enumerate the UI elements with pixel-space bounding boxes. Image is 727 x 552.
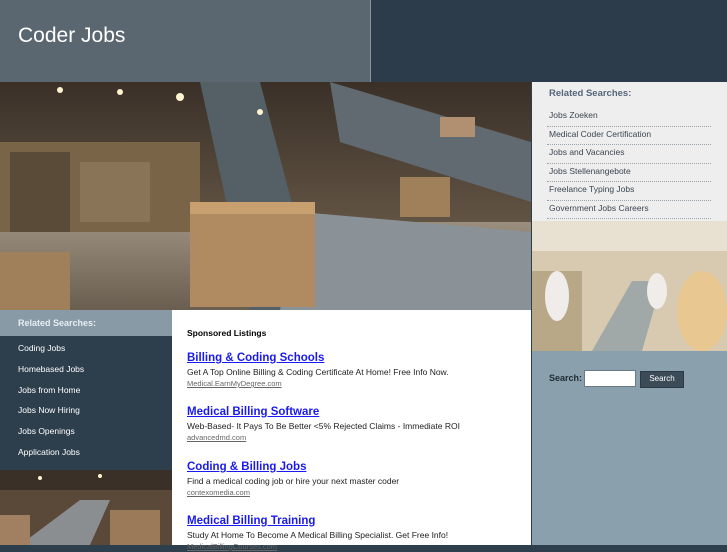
related-link[interactable]: Jobs from Home [18,382,84,403]
ad-url-link[interactable]: contexomedia.com [187,488,527,498]
ad-title-link[interactable]: Medical Billing Software [187,406,527,419]
ad-description: Find a medical coding job or hire your n… [187,476,400,486]
related-searches-right: Related Searches: Jobs Zoeken Medical Co… [532,82,727,221]
sponsored-heading: Sponsored Listings [187,328,267,338]
ad-url-link[interactable]: advancedmd.com [187,433,527,443]
related-searches-left-header: Related Searches: [0,310,172,336]
sponsored-listings: Sponsored Listings Billing & Coding Scho… [172,310,531,551]
site-title[interactable]: Coder Jobs [18,24,125,48]
related-link[interactable]: Homebased Jobs [18,361,84,382]
related-link[interactable]: Coding Jobs [18,340,84,361]
related-link[interactable]: Freelance Typing Jobs [547,182,711,201]
related-link[interactable]: Jobs Zoeken [547,108,711,127]
related-link[interactable]: Jobs Openings [18,423,84,444]
ad-title-link[interactable]: Billing & Coding Schools [187,352,527,365]
ad-listing: Medical Billing Software Web-Based- It P… [187,406,527,443]
related-searches-right-title: Related Searches: [549,88,632,99]
header-divider [370,0,371,82]
ad-description: Web-Based- It Pays To Be Better <5% Reje… [187,421,460,431]
factory-workers-photo [532,221,727,351]
related-searches-left: Coding Jobs Homebased Jobs Jobs from Hom… [0,336,172,470]
search-button[interactable]: Search [640,371,684,388]
related-link[interactable]: Application Jobs [18,444,84,465]
ad-listing: Billing & Coding Schools Get A Top Onlin… [187,352,527,389]
related-link[interactable]: Government Jobs Careers [547,201,711,219]
ad-title-link[interactable]: Coding & Billing Jobs [187,461,527,474]
related-link[interactable]: Medical Coder Certification [547,127,711,145]
related-searches-left-title: Related Searches: [18,318,97,328]
related-link[interactable]: Jobs Now Hiring [18,402,84,423]
ad-description: Get A Top Online Billing & Coding Certif… [187,367,449,377]
related-link[interactable]: Jobs Stellenangebote [547,164,711,182]
search-label: Search: [549,373,583,383]
ad-title-link[interactable]: Medical Billing Training [187,515,527,528]
warehouse-photo [0,82,531,310]
search-panel: Search: Search [532,351,727,545]
header-right-panel [371,0,727,82]
ad-url-link[interactable]: MedicalBillingCourses.com [187,542,527,552]
search-input[interactable] [584,370,636,387]
ad-listing: Coding & Billing Jobs Find a medical cod… [187,461,527,498]
ad-listing: Medical Billing Training Study At Home T… [187,515,527,552]
warehouse-bottom-photo [0,470,172,545]
ad-description: Study At Home To Become A Medical Billin… [187,530,449,540]
related-link[interactable]: Jobs and Vacancies [547,145,711,164]
ad-url-link[interactable]: Medical.EarnMyDegree.com [187,379,527,389]
